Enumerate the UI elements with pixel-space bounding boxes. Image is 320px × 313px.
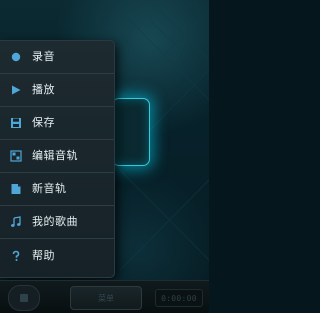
menu-item-record[interactable]: 录音 <box>0 41 114 74</box>
menu-item-save[interactable]: 保存 <box>0 107 114 140</box>
menu-item-my-songs[interactable]: 我的歌曲 <box>0 206 114 239</box>
help-icon <box>10 250 22 262</box>
play-icon <box>10 84 22 96</box>
menu-item-label: 新音轨 <box>32 182 67 195</box>
stop-icon <box>20 294 28 302</box>
menu-item-help[interactable]: 帮助 <box>0 239 114 272</box>
menu-item-label: 我的歌曲 <box>32 215 78 228</box>
music-note-icon <box>10 216 22 228</box>
options-menu: 录音 播放 保存 编辑音轨 新音轨 我的歌曲 帮助 <box>0 40 115 278</box>
menu-item-label: 帮助 <box>32 248 55 262</box>
save-icon <box>10 117 22 129</box>
menu-item-edit-track[interactable]: 编辑音轨 <box>0 140 114 173</box>
menu-item-label: 录音 <box>32 50 55 63</box>
menu-item-label: 编辑音轨 <box>32 149 78 162</box>
record-circle-icon <box>10 51 22 63</box>
menu-item-play[interactable]: 播放 <box>0 74 114 107</box>
bottom-control-bar: 菜单 0:00:00 <box>0 280 209 313</box>
menu-item-label: 保存 <box>32 116 55 129</box>
stop-button[interactable] <box>8 285 40 311</box>
menu-item-new-track[interactable]: 新音轨 <box>0 173 114 206</box>
new-track-icon <box>10 183 22 195</box>
record-visualizer-glow <box>112 98 150 166</box>
recording-timer: 0:00:00 <box>155 289 203 307</box>
edit-track-icon <box>10 150 22 162</box>
menu-button[interactable]: 菜单 <box>70 286 142 310</box>
menu-item-label: 播放 <box>32 83 55 96</box>
